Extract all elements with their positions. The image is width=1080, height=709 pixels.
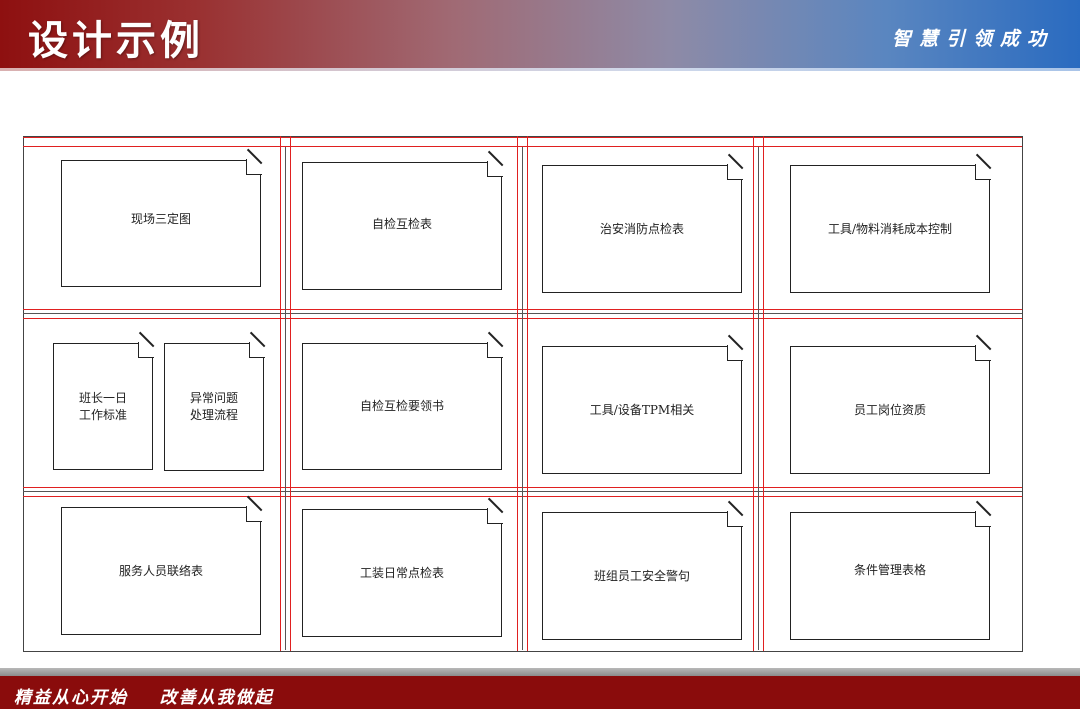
- doc-card-site-layout[interactable]: 现场三定图: [61, 159, 262, 287]
- header-divider: [0, 68, 1080, 71]
- doc-card-label: 班长一日 工作标准: [78, 390, 127, 422]
- grid-line-v: [753, 136, 754, 651]
- doc-card-label: 自检互检表: [371, 216, 432, 231]
- doc-card-leader-standard[interactable]: 班长一日 工作标准: [53, 342, 154, 470]
- doc-card-label: 自检互检要领书: [359, 399, 444, 413]
- doc-card-label: 工装日常点检表: [359, 565, 444, 580]
- doc-card-tpm[interactable]: 工具/设备TPM相关: [542, 345, 743, 474]
- grid-line-v: [280, 136, 281, 651]
- doc-card-label: 工具/物料消耗成本控制: [827, 221, 953, 236]
- grid-line-v: [290, 136, 291, 651]
- doc-card-label: 现场三定图: [130, 212, 191, 226]
- doc-card-safety-slogan[interactable]: 班组员工安全警句: [542, 511, 743, 640]
- doc-card-label: 异常问题 处理流程: [189, 391, 238, 422]
- footer-slogan: 精益从心开始 改善从我做起: [14, 688, 274, 708]
- page-title: 设计示例: [28, 18, 204, 64]
- doc-card-label: 服务人员联络表: [118, 563, 203, 578]
- doc-card-qualification[interactable]: 员工岗位资质: [790, 345, 991, 474]
- doc-card-fixture-check[interactable]: 工装日常点检表: [302, 508, 503, 637]
- doc-card-self-check[interactable]: 自检互检表: [302, 161, 503, 290]
- doc-card-cost-control[interactable]: 工具/物料消耗成本控制: [790, 164, 991, 293]
- doc-card-label: 条件管理表格: [853, 562, 926, 577]
- header-slogan: 智慧引领成功: [891, 28, 1054, 50]
- footer-divider: [0, 668, 1080, 676]
- doc-card-label: 员工岗位资质: [853, 402, 926, 417]
- doc-card-condition-table[interactable]: 条件管理表格: [790, 511, 991, 640]
- grid-line-v: [517, 136, 518, 651]
- grid-line-v: [285, 147, 286, 650]
- doc-card-label: 工具/设备TPM相关: [589, 402, 695, 417]
- doc-card-fire-safety[interactable]: 治安消防点检表: [542, 164, 743, 293]
- doc-card-inspection-guide[interactable]: 自检互检要领书: [302, 342, 503, 470]
- doc-card-label: 治安消防点检表: [599, 221, 684, 236]
- doc-card-exception-process[interactable]: 异常问题 处理流程: [164, 342, 265, 471]
- grid-line-v: [522, 147, 523, 650]
- grid-line-v: [763, 136, 764, 651]
- grid-line-v: [527, 136, 528, 651]
- doc-card-label: 班组员工安全警句: [593, 568, 690, 583]
- grid-line-h: [23, 137, 1022, 138]
- grid-line-v: [758, 147, 759, 650]
- doc-card-contact-list[interactable]: 服务人员联络表: [61, 506, 262, 635]
